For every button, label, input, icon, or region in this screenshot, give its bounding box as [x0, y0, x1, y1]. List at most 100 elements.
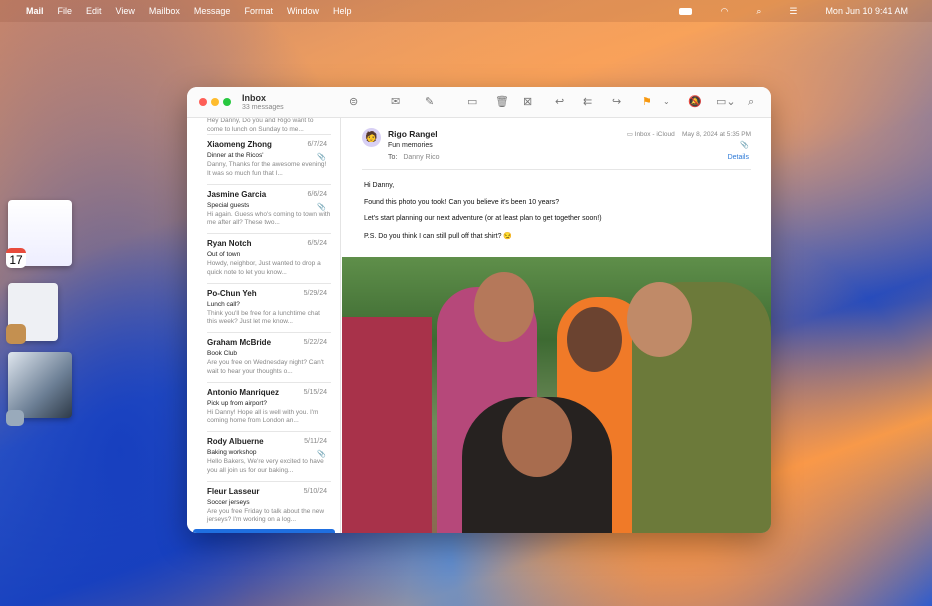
recipient[interactable]: Danny Rico — [403, 154, 439, 161]
body-line: P.S. Do you think I can still pull off t… — [364, 232, 513, 240]
message-preview: Are you free on Wednesday night? Can't w… — [207, 359, 324, 375]
forward-icon[interactable]: ↪ — [612, 95, 621, 109]
menu-edit[interactable]: Edit — [86, 6, 102, 16]
stage-photos-window[interactable] — [8, 352, 72, 418]
chevron-down-icon[interactable]: ⌄ — [663, 95, 670, 109]
move-folder-icon[interactable]: ▭⌄ — [716, 95, 736, 109]
reply-icon[interactable]: ↩ — [555, 95, 564, 109]
trash-icon[interactable]: 🗑 — [495, 95, 509, 109]
message-date: 5/11/24 — [304, 438, 327, 445]
list-item[interactable]: Xiaomeng Zhong 6/7/24 Dinner at the Rico… — [207, 135, 331, 185]
archive-icon[interactable]: ▭ — [467, 95, 477, 109]
calendar-app-icon: 17 — [6, 248, 26, 268]
minimize-button[interactable] — [211, 98, 219, 106]
message-subject: Dinner at the Ricos' — [207, 152, 264, 159]
list-item-partial[interactable]: Hey Danny, Do you and Rigo want to come … — [207, 118, 331, 135]
message-view: 🧑 Rigo Rangel Fun memories To: Danny Rico… — [342, 118, 771, 533]
body-line: Hi Danny, — [364, 182, 395, 189]
recipients: To: Danny Rico — [388, 154, 440, 161]
wifi-icon[interactable]: ◠ — [720, 6, 728, 17]
mailbox-title: Inbox — [242, 93, 266, 103]
list-item[interactable]: Graham McBride 5/22/24 Book Club Are you… — [207, 333, 331, 383]
message-preview: Hey Danny, Do you and Rigo want to come … — [207, 118, 314, 133]
sender-name: Rigo Rangel — [388, 129, 438, 139]
junk-icon[interactable]: ⊠ — [523, 95, 532, 109]
message-date: 6/7/24 — [307, 141, 327, 148]
menu-help[interactable]: Help — [333, 6, 352, 16]
attached-photo[interactable] — [342, 257, 771, 533]
message-date: 6/5/24 — [307, 240, 327, 247]
message-date: 5/22/24 — [303, 339, 327, 346]
to-label: To: — [388, 154, 398, 161]
message-date: 5/15/24 — [303, 388, 327, 396]
message-preview: Howdy, neighbor, Just wanted to drop a q… — [207, 260, 321, 276]
message-subject: Lunch call? — [207, 300, 240, 308]
message-preview: Are you free Friday to talk about the ne… — [207, 507, 325, 524]
message-subject: Book Club — [207, 350, 237, 357]
message-subject: Baking workshop — [207, 449, 257, 456]
menu-app-name[interactable]: Mail — [26, 6, 44, 16]
list-item[interactable]: Ryan Notch 6/5/24 Out of town Howdy, nei… — [207, 234, 331, 284]
mute-icon[interactable]: 🔕 — [688, 95, 702, 109]
attachment-icon: 📎 — [317, 154, 326, 161]
menu-file[interactable]: File — [58, 6, 73, 16]
battery-icon[interactable] — [679, 7, 693, 15]
compose-icon[interactable]: ✎ — [425, 95, 434, 109]
menu-bar: Mail File Edit View Mailbox Message Form… — [0, 0, 932, 22]
attachment-icon: 📎 — [317, 203, 326, 211]
list-item[interactable]: Po-Chun Yeh 5/29/24 Lunch call? Think yo… — [207, 284, 331, 333]
close-button[interactable] — [199, 98, 207, 106]
new-message-icon[interactable]: ✉ — [391, 95, 400, 109]
message-preview: Hi Danny! Hope all is well with you. I'm… — [207, 408, 319, 425]
message-preview: Think you'll be free for a lunchtime cha… — [207, 309, 320, 326]
attachment-icon: 📎 — [317, 451, 326, 458]
list-item[interactable]: Rody Albuerne 5/11/24 Baking workshop He… — [207, 432, 331, 482]
search-icon[interactable]: ⌕ — [756, 6, 761, 17]
menu-mailbox[interactable]: Mailbox — [149, 6, 180, 16]
message-date: May 8, 2024 at 5:35 PM — [681, 131, 751, 138]
message-subject: Out of town — [207, 251, 241, 258]
search-icon[interactable]: ⌕ — [748, 95, 754, 109]
message-meta: ▭ Inbox - iCloud May 8, 2024 at 5:35 PM — [627, 130, 751, 138]
contacts-app-icon — [6, 324, 26, 344]
calendar-date: 17 — [9, 253, 23, 267]
photos-app-icon — [6, 410, 24, 426]
message-subject: Soccer jerseys — [207, 498, 250, 506]
menu-message[interactable]: Message — [194, 6, 231, 16]
clock[interactable]: Mon Jun 10 9:41 AM — [825, 6, 908, 16]
message-preview: Hello Bakers, We're very excited to have… — [207, 458, 324, 474]
control-center-icon[interactable]: ☰ — [789, 6, 797, 17]
message-subject: Special guests — [207, 201, 250, 209]
zoom-button[interactable] — [223, 98, 231, 106]
message-date: 6/6/24 — [307, 190, 327, 198]
toolbar: Inbox 33 messages ⊜ ✉ ✎ ▭ 🗑 ⊠ ↩ ⇇ ↪ ⚑ ⌄ … — [187, 87, 771, 118]
selected-item-indicator — [193, 529, 335, 533]
attachment-icon: 📎 — [740, 142, 749, 149]
message-preview: Danny, Thanks for the awesome evening! I… — [207, 161, 327, 177]
message-date: 5/10/24 — [303, 487, 327, 495]
avatar: 🧑 — [362, 128, 381, 147]
folder-icon: ▭ — [626, 131, 635, 138]
menu-window[interactable]: Window — [287, 6, 319, 16]
message-preview: Hi again. Guess who's coming to town wit… — [207, 210, 331, 227]
details-link[interactable]: Details — [728, 154, 749, 161]
filter-icon[interactable]: ⊜ — [349, 95, 358, 109]
menu-format[interactable]: Format — [244, 6, 273, 16]
list-item[interactable]: Fleur Lasseur 5/10/24 Soccer jerseys Are… — [207, 482, 331, 531]
mail-window: Inbox 33 messages ⊜ ✉ ✎ ▭ 🗑 ⊠ ↩ ⇇ ↪ ⚑ ⌄ … — [187, 87, 771, 533]
message-subject: Pick up from airport? — [207, 399, 267, 407]
message-subject: Fun memories — [388, 142, 433, 149]
list-item[interactable]: Jasmine Garcia 6/6/24 Special guests Hi … — [207, 185, 331, 234]
message-count: 33 messages — [242, 104, 284, 111]
list-item[interactable]: Antonio Manriquez 5/15/24 Pick up from a… — [207, 383, 331, 432]
message-list: Hey Danny, Do you and Rigo want to come … — [187, 118, 341, 533]
message-body: Hi Danny, Found this photo you took! Can… — [364, 182, 602, 249]
body-line: Let's start planning our next adventure … — [364, 215, 602, 222]
menu-view[interactable]: View — [116, 6, 135, 16]
divider — [362, 169, 751, 170]
body-line: Found this photo you took! Can you belie… — [364, 198, 560, 206]
message-date: 5/29/24 — [303, 289, 327, 297]
reply-all-icon[interactable]: ⇇ — [583, 95, 592, 109]
flag-icon[interactable]: ⚑ — [642, 95, 652, 109]
mailbox-name: Inbox - iCloud — [634, 131, 675, 138]
